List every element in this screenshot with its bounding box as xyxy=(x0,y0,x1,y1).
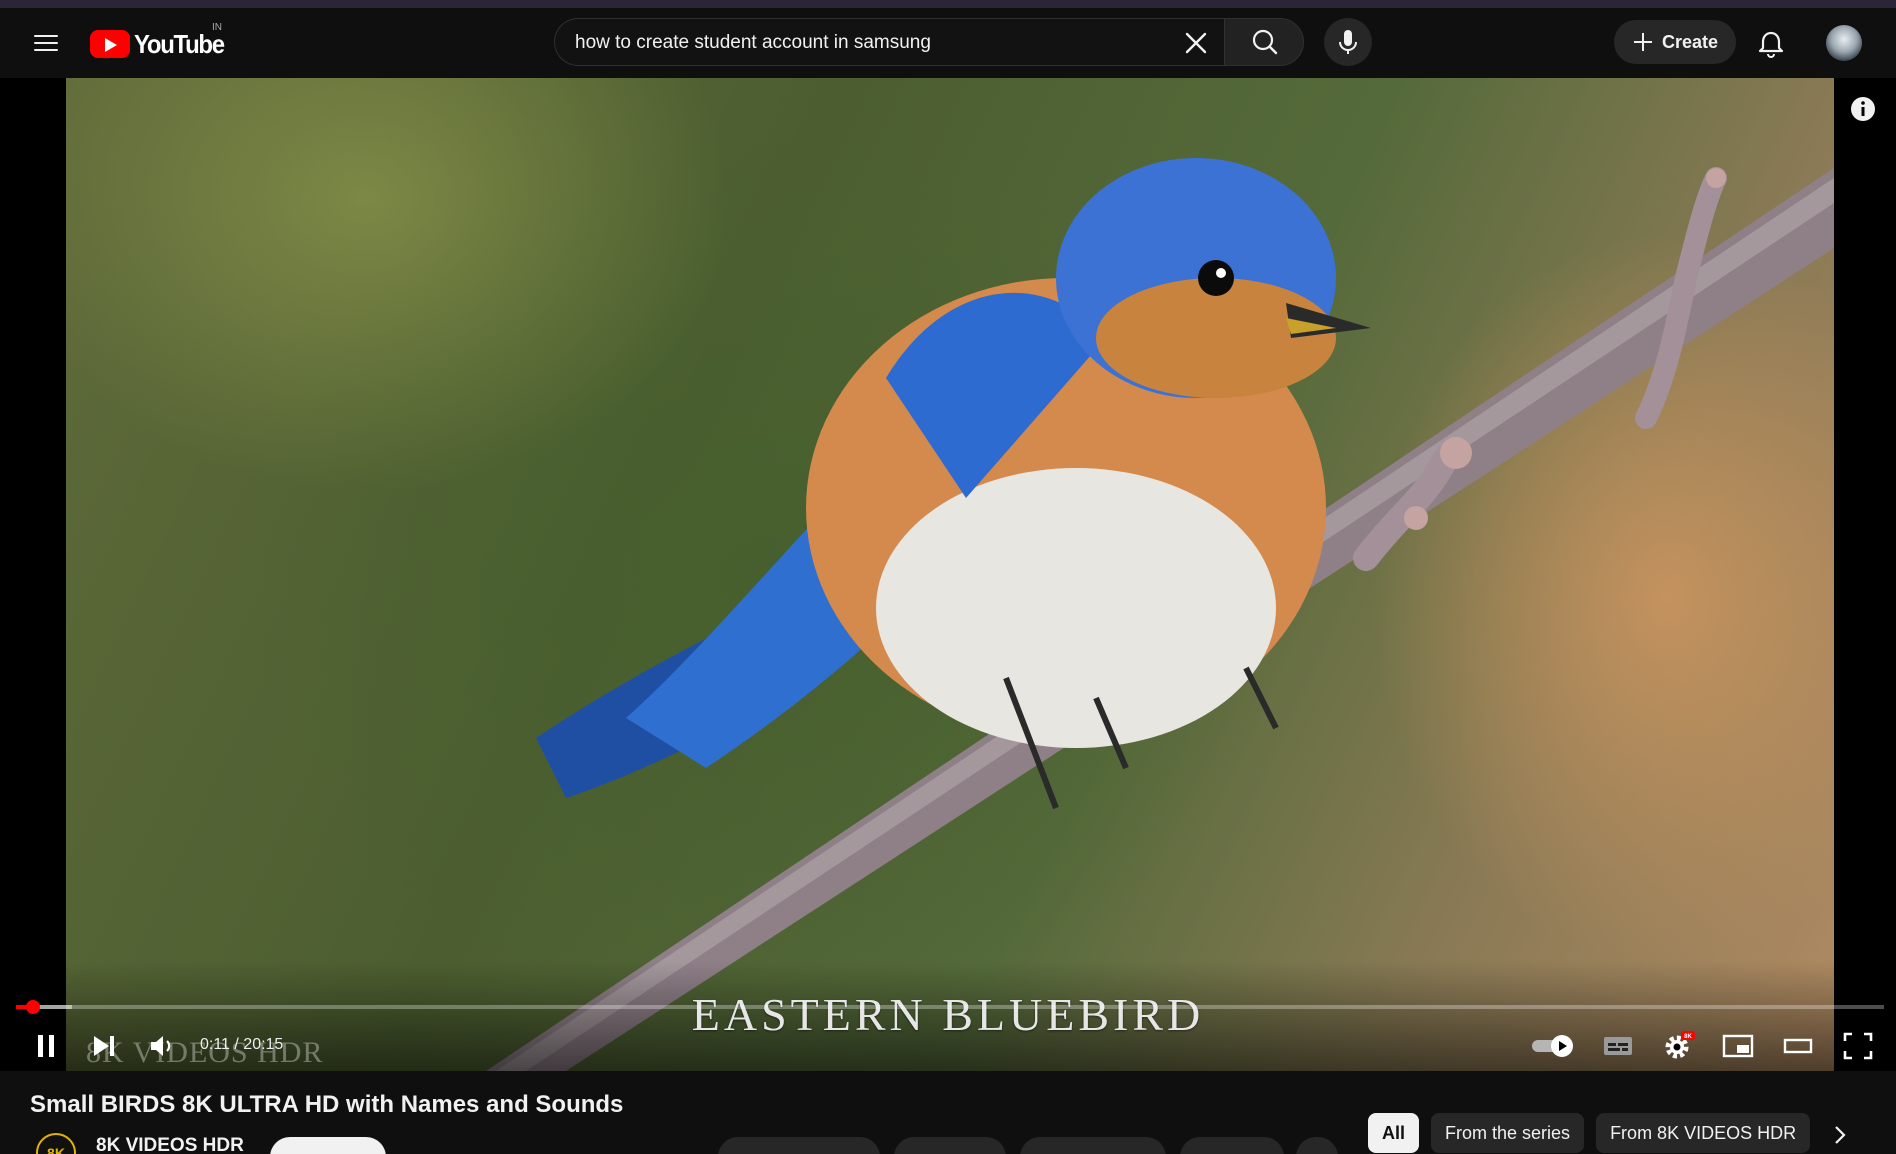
create-button[interactable]: Create xyxy=(1614,20,1736,64)
youtube-logo[interactable]: YouTube IN xyxy=(90,22,232,60)
voice-search-button[interactable] xyxy=(1324,18,1372,66)
create-label: Create xyxy=(1661,31,1719,52)
chevron-right-icon[interactable] xyxy=(1820,1115,1860,1154)
gear-icon: 8K xyxy=(1665,1031,1695,1059)
country-code: IN xyxy=(212,22,222,33)
video-title: Small BIRDS 8K ULTRA HD with Names and S… xyxy=(30,1091,624,1118)
download-button[interactable] xyxy=(1020,1137,1166,1154)
subtitles-button[interactable] xyxy=(1596,1026,1640,1066)
youtube-play-icon xyxy=(90,30,130,58)
theater-mode-button[interactable] xyxy=(1776,1026,1820,1066)
pause-button[interactable] xyxy=(26,1026,66,1066)
info-icon[interactable] xyxy=(1848,94,1878,124)
scrubber-handle[interactable] xyxy=(25,1000,40,1014)
clear-search-icon[interactable] xyxy=(1178,25,1214,61)
theater-mode-icon xyxy=(1783,1038,1813,1054)
related-filter-chips: All From the series From 8K VIDEOS HDR xyxy=(1368,1113,1811,1153)
search-button[interactable] xyxy=(1224,18,1304,66)
subtitles-icon xyxy=(1604,1037,1632,1055)
video-still-bluebird xyxy=(486,158,1834,1071)
autoplay-toggle-icon xyxy=(1532,1035,1573,1057)
save-button[interactable] xyxy=(1180,1137,1284,1154)
next-icon xyxy=(94,1036,114,1056)
chip-all[interactable]: All xyxy=(1368,1113,1420,1153)
search-icon xyxy=(1252,29,1278,55)
video-frame[interactable] xyxy=(66,78,1834,1071)
channel-name[interactable]: 8K VIDEOS HDR xyxy=(96,1135,244,1154)
search-box xyxy=(554,18,1224,67)
window-top-strip xyxy=(0,0,1896,8)
progress-bar[interactable] xyxy=(16,1000,1884,1014)
chip-from-channel[interactable]: From 8K VIDEOS HDR xyxy=(1596,1113,1811,1153)
fullscreen-icon xyxy=(1843,1032,1873,1060)
next-button[interactable] xyxy=(84,1026,124,1066)
share-button[interactable] xyxy=(894,1137,1006,1154)
notifications-bell-icon[interactable] xyxy=(1751,24,1791,64)
fullscreen-button[interactable] xyxy=(1836,1026,1880,1066)
miniplayer-icon xyxy=(1722,1034,1754,1058)
more-actions-button[interactable] xyxy=(1296,1137,1338,1154)
user-avatar[interactable] xyxy=(1826,25,1862,61)
masthead: YouTube IN Create xyxy=(0,8,1896,78)
search-input[interactable] xyxy=(573,19,1137,67)
microphone-icon xyxy=(1339,30,1357,54)
settings-button[interactable]: 8K xyxy=(1656,1026,1700,1066)
channel-avatar[interactable]: 8K xyxy=(36,1133,76,1154)
volume-icon xyxy=(151,1036,171,1056)
chip-from-the-series[interactable]: From the series xyxy=(1431,1113,1585,1153)
subscribe-button[interactable] xyxy=(270,1137,386,1154)
video-player[interactable]: EASTERN BLUEBIRD 8K VIDEOS HDR 0:11 / 20… xyxy=(0,78,1896,1071)
logo-text: YouTube xyxy=(134,28,225,59)
pause-icon xyxy=(38,1035,54,1057)
plus-icon xyxy=(1633,33,1652,51)
video-details: Small BIRDS 8K ULTRA HD with Names and S… xyxy=(0,1071,1896,1154)
autoplay-toggle[interactable] xyxy=(1528,1026,1578,1066)
settings-quality-badge: 8K xyxy=(1684,1034,1692,1040)
menu-icon[interactable] xyxy=(28,27,64,59)
time-display: 0:11 / 20:15 xyxy=(200,1036,284,1053)
miniplayer-button[interactable] xyxy=(1716,1026,1760,1066)
like-dislike-button[interactable] xyxy=(718,1137,880,1154)
volume-button[interactable] xyxy=(142,1026,182,1066)
